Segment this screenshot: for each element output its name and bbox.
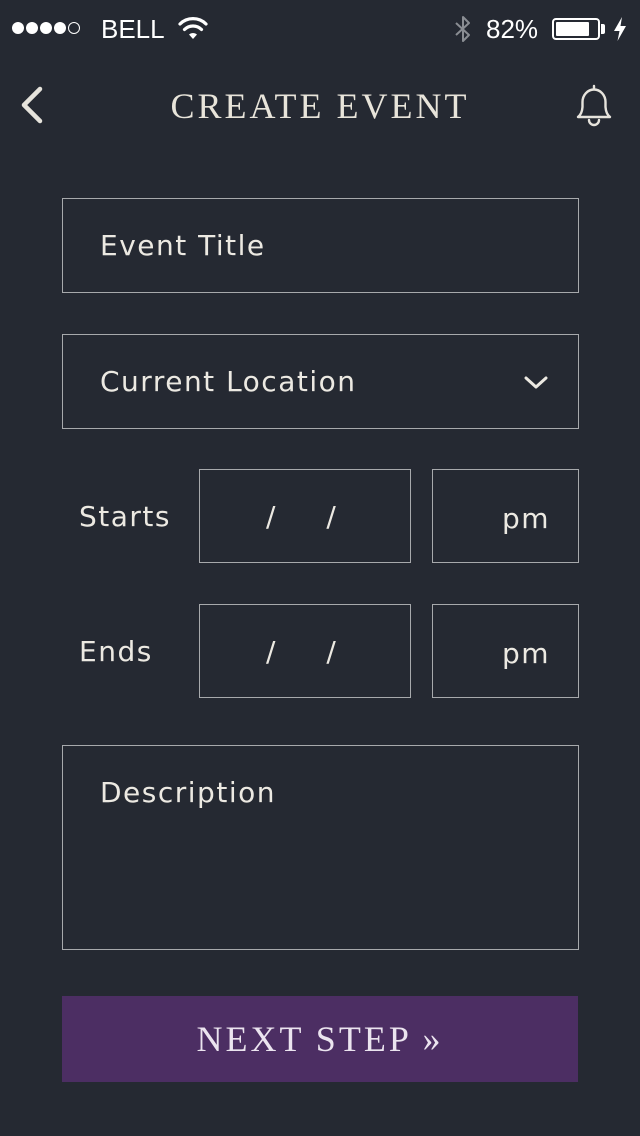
end-time-input[interactable]: pm — [432, 604, 579, 698]
bluetooth-icon — [455, 16, 470, 42]
start-date-input[interactable]: / / — [199, 469, 411, 563]
battery-tip — [601, 24, 605, 34]
notifications-button[interactable] — [570, 82, 618, 130]
description-placeholder: Description — [100, 776, 276, 809]
battery-level-fill — [556, 22, 589, 36]
end-date-placeholder: / / — [266, 635, 338, 668]
location-select[interactable]: Current Location — [62, 334, 579, 429]
charging-bolt-icon — [614, 17, 626, 41]
status-bar: BELL 82% — [0, 0, 640, 58]
bell-icon — [576, 84, 612, 127]
event-title-placeholder: Event Title — [100, 229, 266, 262]
battery-icon — [552, 18, 600, 40]
carrier-name: BELL — [101, 14, 165, 44]
page-title: CREATE EVENT — [170, 86, 470, 126]
end-time-placeholder: pm — [502, 637, 551, 670]
start-time-placeholder: pm — [502, 502, 551, 535]
battery-percentage: 82% — [486, 14, 539, 44]
next-step-label: NEXT STEP » — [196, 1019, 444, 1059]
location-value: Current Location — [100, 365, 357, 398]
start-date-placeholder: / / — [266, 500, 338, 533]
navigation-bar: CREATE EVENT — [0, 58, 640, 154]
chevron-down-icon — [524, 376, 548, 389]
wifi-icon — [178, 17, 208, 39]
starts-label: Starts — [79, 500, 171, 533]
signal-strength-icon — [12, 22, 80, 34]
next-step-button[interactable]: NEXT STEP » — [62, 996, 578, 1082]
start-time-input[interactable]: pm — [432, 469, 579, 563]
description-textarea[interactable]: Description — [62, 745, 579, 950]
event-title-input[interactable]: Event Title — [62, 198, 579, 293]
ends-label: Ends — [79, 635, 153, 668]
end-date-input[interactable]: / / — [199, 604, 411, 698]
